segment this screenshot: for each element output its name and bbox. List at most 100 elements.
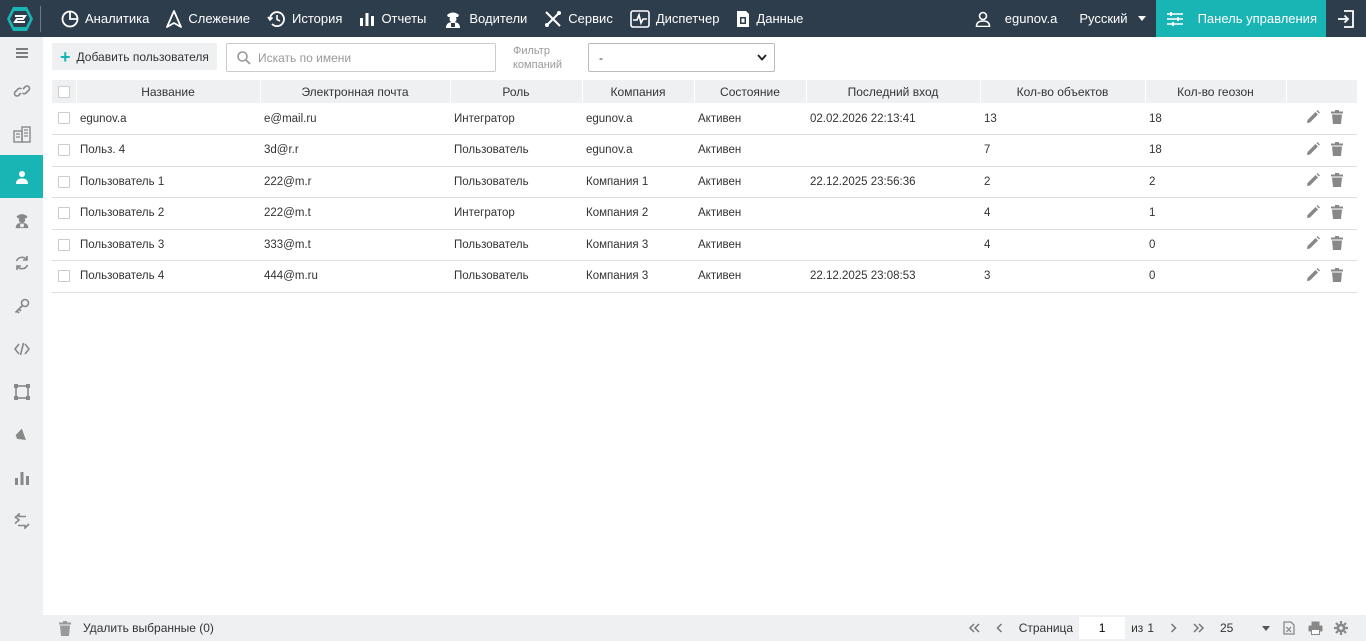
page-number-input[interactable] [1079,617,1126,639]
logo[interactable] [0,0,40,37]
cell-name: Пользователь 4 [80,270,165,283]
double-chevron-right-icon [1193,623,1205,633]
cell-status: Активен [698,270,742,283]
nav-data[interactable]: Данные [728,0,812,37]
row-actions [1286,261,1357,293]
row-select-cell [52,261,76,293]
column-header-role[interactable]: Роль [450,80,583,103]
company-filter-label-line1: Фильтр [513,45,550,57]
sidebar-item-drivers[interactable] [0,198,43,241]
sidebar-item-statistics[interactable] [0,456,43,499]
cell-role: Пользователь [454,270,529,283]
column-header-name[interactable]: Название [76,80,261,103]
sim-card-icon [737,10,750,27]
column-header-email[interactable]: Электронная почта [260,80,451,103]
row-actions [1286,135,1357,167]
sidebar-item-transfer[interactable] [0,499,43,542]
nav-service[interactable]: Сервис [536,0,622,37]
nav-analytics-label: Аналитика [85,11,150,26]
previous-page-button[interactable] [987,615,1013,641]
select-all-checkbox[interactable] [57,86,70,99]
nav-analytics[interactable]: Аналитика [53,0,158,37]
row-checkbox[interactable] [58,144,70,157]
delete-button[interactable] [1331,141,1343,159]
delete-button[interactable] [1331,267,1343,285]
delete-button[interactable] [1331,173,1343,190]
cell-last-login: 02.02.2026 22:13:41 [810,112,916,125]
table-row[interactable]: Пользователь 2 222@m.t Интегратор Компания … [52,198,1357,229]
sidebar-item-api[interactable] [0,327,43,370]
sidebar-item-sync[interactable] [0,241,43,284]
table-row[interactable]: Польз. 4 3d@r.r Пользователь egunov.a Активе… [52,135,1357,167]
first-page-button[interactable] [961,615,987,641]
table-row[interactable]: egunov.a e@mail.ru Интегратор egunov.a Актив… [52,103,1357,135]
cell-geozones-count: 2 [1149,175,1156,188]
row-checkbox[interactable] [58,175,70,188]
row-checkbox[interactable] [58,112,70,125]
company-filter-select[interactable]: - [588,43,775,72]
table-row[interactable]: Пользователь 3 333@m.t Пользователь Компани… [52,229,1357,261]
column-header-company[interactable]: Компания [582,80,695,103]
last-page-button[interactable] [1186,615,1212,641]
control-panel-button[interactable]: Панель управления [1155,0,1326,37]
edit-button[interactable] [1306,204,1320,222]
language-select[interactable]: Русский [1069,11,1155,26]
add-user-button[interactable]: + Добавить пользователя [52,43,217,70]
sidebar-item-link[interactable] [0,69,43,112]
topbar-right: egunov.a Русский Панель управления [965,0,1366,37]
edit-button[interactable] [1306,141,1320,159]
sidebar-item-notifications[interactable] [0,413,43,456]
table-row[interactable]: Пользователь 4 444@m.ru Пользователь Компан… [52,261,1357,293]
page-size-select[interactable]: 25 [1220,621,1270,635]
row-checkbox[interactable] [58,207,70,220]
driver-icon [446,12,461,28]
nav-dispatcher[interactable]: Диспетчер [622,0,729,37]
printer-icon [1308,621,1322,635]
nav-history[interactable]: История [259,0,351,37]
nav-drivers[interactable]: Водители [435,0,536,37]
cell-geozones-count: 0 [1149,238,1156,251]
bar-chart-icon [14,471,29,485]
cell-name: egunov.a [80,112,127,125]
delete-button[interactable] [1331,236,1343,253]
nav-tracking[interactable]: Слежение [158,0,259,37]
nav-history-label: История [292,11,343,26]
row-checkbox[interactable] [58,238,70,251]
row-checkbox[interactable] [58,270,70,283]
sidebar-item-companies[interactable] [0,112,43,155]
search-input[interactable] [258,50,478,65]
sidebar-item-keys[interactable] [0,284,43,327]
settings-button[interactable] [1328,615,1354,641]
print-button[interactable] [1302,615,1328,641]
row-select-cell [52,229,76,261]
edit-button[interactable] [1306,267,1320,285]
cell-objects-count: 7 [984,144,991,157]
sidebar-item-users[interactable] [0,155,43,198]
column-header-objects-count[interactable]: Кол-во объектов [980,80,1146,103]
trash-icon [1331,236,1343,251]
sidebar-menu-toggle[interactable] [0,37,43,69]
toolbar: + Добавить пользователя Фильтр компаний … [43,37,1366,79]
logo-separator [40,5,41,32]
column-header-last-login[interactable]: Последний вход [806,80,981,103]
logout-button[interactable] [1326,0,1366,37]
nav-reports[interactable]: Отчеты [351,0,435,37]
edit-button[interactable] [1306,110,1320,127]
delete-selected-button[interactable]: Удалить выбранные (0) [59,620,214,636]
export-excel-button[interactable] [1276,615,1302,641]
table-row[interactable]: Пользователь 1 222@m.r Пользователь Компани… [52,166,1357,198]
cell-name: Польз. 4 [80,144,126,157]
cell-company: egunov.a [586,144,633,157]
edit-button[interactable] [1306,236,1320,253]
column-header-geozones-count[interactable]: Кол-во геозон [1145,80,1287,103]
edit-button[interactable] [1306,173,1320,190]
delete-button[interactable] [1331,110,1343,127]
next-page-button[interactable] [1160,615,1186,641]
sidebar-item-geozones[interactable] [0,370,43,413]
column-header-status[interactable]: Состояние [694,80,807,103]
delete-button[interactable] [1331,204,1343,222]
user-menu[interactable]: egunov.a [965,11,1070,27]
row-select-cell [52,135,76,167]
cell-company: Компания 3 [586,238,649,251]
company-filter-value: - [599,50,603,65]
